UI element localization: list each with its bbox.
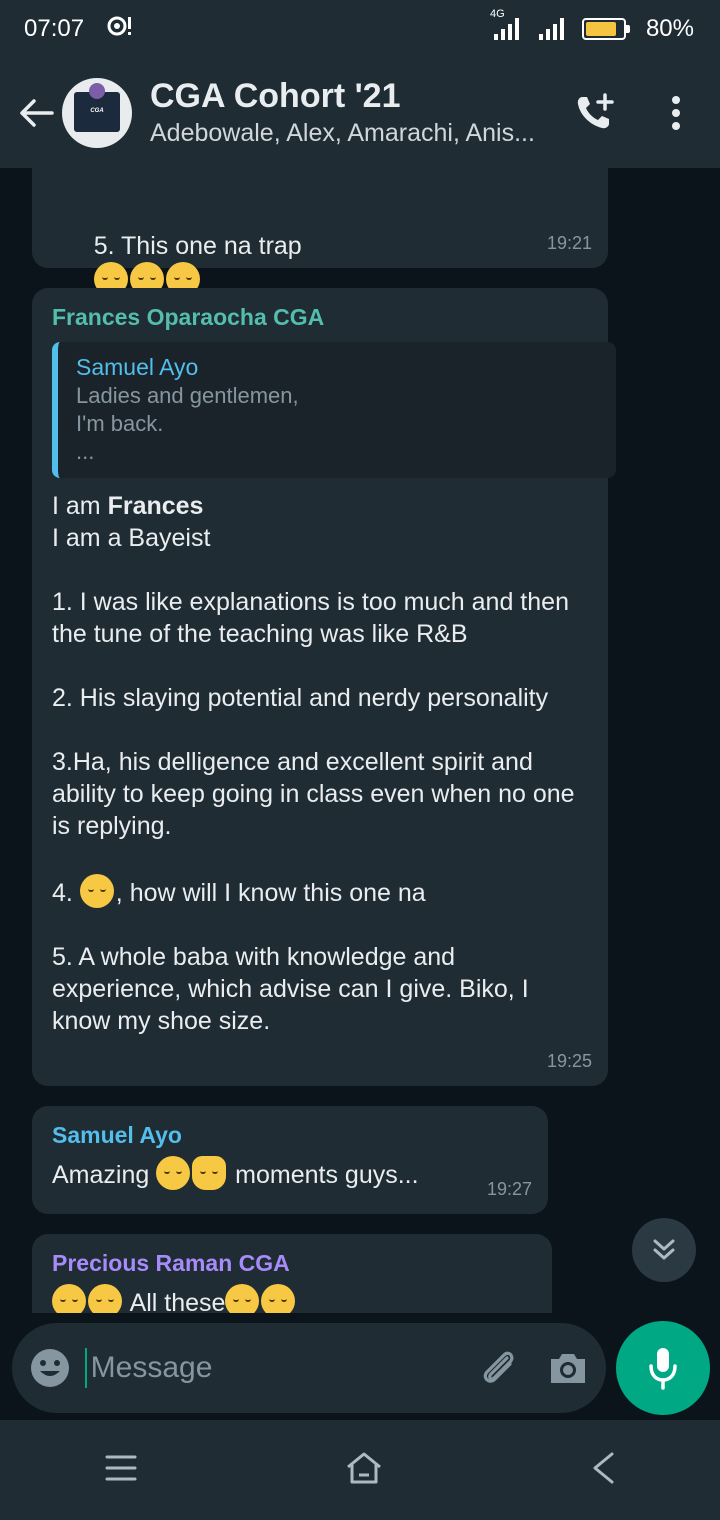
- system-nav-bar: [0, 1420, 720, 1520]
- message-time: 19:27: [486, 1179, 532, 1199]
- message-text: Amazing moments guys...: [52, 1156, 528, 1191]
- pleading-face-emoji: [261, 1284, 296, 1313]
- star-struck-emoji: [156, 1156, 191, 1190]
- message-time: 19:21: [546, 233, 592, 253]
- home-icon[interactable]: [345, 1451, 383, 1490]
- chat-title: CGA Cohort '21: [150, 77, 401, 115]
- message-bubble[interactable]: 5. This one na trap 19:21: [32, 168, 608, 296]
- message-text: All these: [52, 1284, 532, 1313]
- battery-icon: [581, 18, 630, 40]
- message-bubble[interactable]: Precious Raman CGA All these: [32, 1234, 552, 1313]
- menu-icon[interactable]: [104, 1453, 138, 1488]
- quoted-sender: Samuel Ayo: [76, 354, 199, 380]
- battery-percent: 80%: [645, 15, 694, 42]
- add-call-icon[interactable]: [564, 83, 624, 143]
- pleading-face-emoji: [52, 1284, 86, 1313]
- chat-title-block[interactable]: CGA Cohort '21 Adebowale, Alex, Amarachi…: [150, 76, 564, 150]
- quoted-text: Ladies and gentlemen, I'm back. ...: [76, 383, 299, 464]
- pleading-face-emoji: [88, 1284, 122, 1313]
- chat-participants: Adebowale, Alex, Amarachi, Anis...: [150, 119, 535, 147]
- composer-bar: [0, 1313, 720, 1420]
- pleading-face-emoji: [225, 1284, 260, 1313]
- network-type: 4G: [489, 8, 505, 20]
- message-composer: [12, 1323, 606, 1413]
- sender-name: Precious Raman CGA: [52, 1250, 290, 1276]
- sender-name: Samuel Ayo: [52, 1122, 182, 1148]
- message-time: 19:25: [546, 1051, 592, 1071]
- message-bubble[interactable]: Frances Oparaocha CGA Samuel Ayo Ladies …: [32, 288, 616, 1086]
- sender-name: Frances Oparaocha CGA: [52, 304, 325, 330]
- eye-roll-emoji: [79, 874, 114, 908]
- message-bubble[interactable]: Samuel Ayo Amazing moments guys... 19:27: [32, 1106, 548, 1214]
- emoji-icon[interactable]: [28, 1340, 73, 1396]
- nav-back-icon[interactable]: [590, 1451, 616, 1490]
- more-vert-icon[interactable]: [646, 83, 706, 143]
- cellular-signal-2-icon: [538, 18, 564, 40]
- cellular-signal-icon: 4G: [490, 8, 519, 40]
- chat-header: CGA CGA Cohort '21 Adebowale, Alex, Amar…: [0, 58, 720, 168]
- status-bar: 07:07 4G 80%: [0, 0, 720, 58]
- microphone-icon[interactable]: [616, 1321, 710, 1415]
- quoted-message[interactable]: Samuel Ayo Ladies and gentlemen, I'm bac…: [52, 342, 616, 478]
- message-input[interactable]: [84, 1348, 477, 1388]
- notification-icon: [106, 15, 132, 44]
- status-time: 07:07: [24, 15, 85, 42]
- camera-icon[interactable]: [545, 1340, 590, 1396]
- group-avatar[interactable]: CGA: [62, 78, 132, 148]
- message-text: I am Frances I am a Bayeist 1. I was lik…: [52, 492, 575, 1035]
- arrow-left-icon[interactable]: [10, 87, 62, 139]
- double-chevron-down-icon[interactable]: [632, 1218, 696, 1282]
- message-list[interactable]: 5. This one na trap 19:21 Frances Oparao…: [0, 168, 720, 1313]
- clapping-hands-emoji: [192, 1156, 227, 1190]
- paperclip-icon[interactable]: [477, 1340, 522, 1396]
